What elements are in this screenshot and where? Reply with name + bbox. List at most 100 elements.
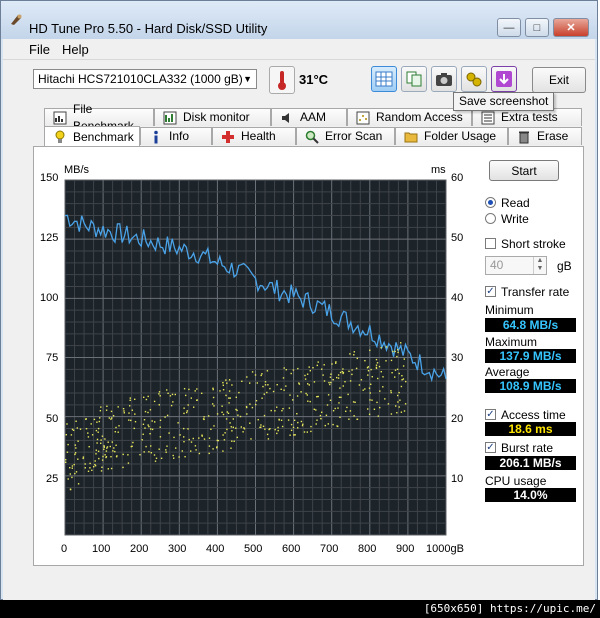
access-time-point: [198, 437, 200, 439]
write-radio[interactable]: [485, 213, 496, 224]
access-time-point: [129, 405, 131, 407]
access-time-point: [233, 440, 235, 442]
tab-erase[interactable]: Erase: [508, 127, 582, 145]
access-time-label: Access time: [501, 408, 566, 422]
access-time-checkbox[interactable]: ✓: [485, 409, 496, 420]
access-time-point: [66, 451, 69, 453]
access-time-value: 18.6 ms: [485, 422, 576, 436]
access-time-point: [100, 470, 103, 472]
tab-error-scan[interactable]: Error Scan: [296, 127, 395, 145]
access-time-point: [395, 405, 397, 407]
speaker-icon: [282, 112, 289, 123]
access-time-point: [148, 425, 150, 428]
access-time-point: [356, 418, 358, 420]
read-radio[interactable]: [485, 197, 496, 208]
save-screenshot-button[interactable]: [491, 66, 517, 92]
tab-health[interactable]: Health: [212, 127, 296, 145]
access-time-point: [106, 447, 108, 449]
tab-folder-usage[interactable]: Folder Usage: [395, 127, 508, 145]
access-time-point: [114, 450, 116, 453]
short-stroke-checkbox[interactable]: [485, 238, 496, 249]
maximum-value: 137.9 MB/s: [485, 349, 576, 363]
drive-select[interactable]: Hitachi HCS721010CLA332 (1000 gB) ▼: [33, 69, 257, 89]
access-time-point: [129, 399, 131, 401]
file-benchmark-icon: [53, 111, 67, 124]
access-time-point: [216, 439, 218, 442]
access-time-point: [301, 424, 304, 427]
access-time-point: [235, 427, 237, 429]
access-time-point: [270, 409, 272, 412]
short-stroke-stepper[interactable]: 40 ▲ ▼: [485, 256, 547, 275]
access-time-point: [345, 410, 347, 412]
access-time-point: [396, 355, 398, 358]
access-time-point: [274, 410, 276, 412]
access-time-point: [145, 398, 148, 401]
app-window: HD Tune Pro 5.50 - Hard Disk/SSD Utility…: [0, 0, 598, 601]
temperature-button[interactable]: [269, 66, 295, 94]
burst-rate-value: 206.1 MB/s: [485, 456, 576, 470]
menu-help[interactable]: Help: [62, 42, 89, 57]
access-time-point: [151, 428, 154, 431]
access-time-point: [329, 383, 331, 386]
access-time-point: [348, 370, 350, 372]
access-time-point: [118, 425, 120, 427]
access-time-point: [71, 476, 73, 479]
access-time-point: [288, 407, 291, 409]
access-time-point: [225, 418, 228, 420]
access-time-point: [77, 483, 80, 485]
title-bar[interactable]: HD Tune Pro 5.50 - Hard Disk/SSD Utility…: [1, 1, 597, 39]
tab-label: Info: [169, 129, 190, 143]
access-time-point: [294, 434, 296, 436]
access-time-point: [402, 365, 405, 367]
access-time-point: [104, 454, 106, 456]
access-time-point: [272, 390, 275, 393]
maximize-button[interactable]: □: [525, 18, 549, 37]
access-time-point: [310, 425, 312, 428]
access-time-point: [103, 445, 105, 447]
access-time-point: [154, 460, 157, 462]
access-time-point: [351, 373, 353, 376]
access-time-point: [285, 369, 287, 371]
start-button[interactable]: Start: [489, 160, 559, 181]
transfer-rate-checkbox[interactable]: ✓: [485, 286, 496, 297]
access-time-point: [362, 389, 364, 391]
access-time-point: [139, 454, 141, 456]
access-time-point: [246, 406, 248, 409]
access-time-point: [310, 430, 312, 433]
tab-disk-monitor[interactable]: Disk monitor: [154, 108, 271, 126]
minimize-button[interactable]: —: [497, 18, 521, 37]
access-time-point: [75, 420, 77, 422]
options-button[interactable]: [461, 66, 487, 92]
access-time-point: [84, 467, 86, 469]
access-time-point: [96, 421, 98, 423]
access-time-point: [313, 381, 316, 383]
burst-rate-checkbox[interactable]: ✓: [485, 442, 496, 453]
access-time-point: [315, 409, 317, 411]
close-button[interactable]: ✕: [553, 18, 589, 37]
tab-aam[interactable]: AAM: [271, 108, 347, 126]
access-time-point: [158, 393, 160, 395]
copy-button[interactable]: [401, 66, 427, 92]
access-time-point: [356, 357, 358, 360]
copy-text-button[interactable]: [371, 66, 397, 92]
tab-file-benchmark[interactable]: File Benchmark: [44, 102, 154, 133]
download-arrow-icon: [496, 71, 512, 87]
camera-button[interactable]: [431, 66, 457, 92]
access-time-point: [110, 467, 113, 470]
access-time-point: [342, 372, 344, 375]
access-time-point: [399, 399, 401, 401]
stepper-arrows-icon[interactable]: ▲ ▼: [533, 257, 546, 274]
exit-button[interactable]: Exit: [532, 67, 586, 93]
access-time-point: [260, 374, 262, 377]
access-time-point: [260, 424, 262, 426]
thermometer-icon: [278, 71, 286, 90]
tab-info[interactable]: Info: [140, 127, 212, 145]
access-time-point: [76, 427, 78, 429]
access-time-point: [251, 406, 254, 409]
menu-file[interactable]: File: [29, 42, 50, 57]
tab-benchmark[interactable]: Benchmark: [44, 126, 140, 147]
access-time-point: [216, 446, 218, 448]
access-time-point: [188, 388, 190, 391]
access-time-point: [338, 402, 340, 404]
access-time-point: [368, 413, 371, 415]
